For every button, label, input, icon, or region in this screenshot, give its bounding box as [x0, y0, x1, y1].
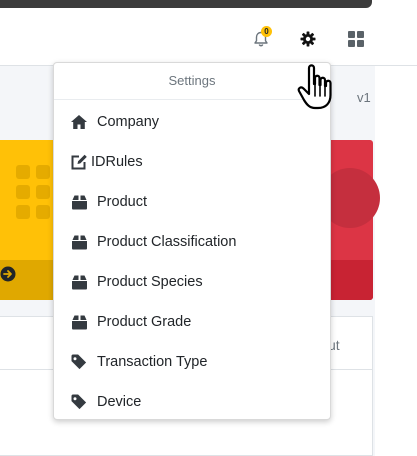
- menu-item-label: Product Grade: [97, 314, 192, 330]
- home-icon: [69, 113, 89, 131]
- edit-icon: [69, 153, 89, 171]
- menu-item-product-grade[interactable]: Product Grade: [54, 304, 330, 340]
- box-icon: [69, 233, 89, 251]
- menu-item-label: Product Species: [97, 274, 203, 290]
- notifications-button[interactable]: 0: [250, 26, 272, 50]
- apps-button[interactable]: [345, 28, 367, 50]
- menu-item-transaction-type[interactable]: Transaction Type: [54, 344, 330, 380]
- menu-item-product-classification[interactable]: Product Classification: [54, 224, 330, 260]
- menu-item-label: Transaction Type: [97, 354, 208, 370]
- grid-tile: [16, 205, 30, 219]
- menu-item-label: Product Classification: [97, 234, 237, 250]
- arrow-circle-right-icon: [0, 266, 16, 282]
- menu-item-company[interactable]: Company: [54, 104, 330, 140]
- top-navbar: 0: [0, 8, 417, 66]
- window-top-strip: [0, 0, 372, 8]
- grid-tile: [36, 185, 50, 199]
- settings-button[interactable]: [297, 28, 319, 50]
- tag-icon: [69, 393, 89, 411]
- settings-dropdown-menu: Settings Company IDRules Product Product…: [53, 62, 331, 420]
- box-icon: [69, 193, 89, 211]
- menu-item-label: Product: [97, 194, 147, 210]
- grid-tile: [36, 165, 50, 179]
- hand-pointer-icon: [297, 64, 332, 110]
- version-label: v1: [357, 90, 371, 105]
- box-icon: [69, 273, 89, 291]
- tag-icon: [69, 353, 89, 371]
- content-right-edge: [375, 66, 417, 456]
- menu-item-label: Device: [97, 394, 142, 410]
- gear-icon: [300, 31, 316, 47]
- menu-item-label: Company: [97, 114, 160, 130]
- grid-tile: [16, 185, 30, 199]
- grid-tile: [36, 205, 50, 219]
- menu-item-device[interactable]: Device: [54, 384, 330, 420]
- menu-item-product[interactable]: Product: [54, 184, 330, 220]
- dropdown-header: Settings: [54, 63, 330, 100]
- menu-item-idrules[interactable]: IDRules: [54, 144, 330, 180]
- grid-tile: [16, 165, 30, 179]
- menu-item-product-species[interactable]: Product Species: [54, 264, 330, 300]
- box-icon: [69, 313, 89, 331]
- apps-grid-icon: [348, 31, 364, 47]
- notification-badge: 0: [261, 26, 272, 37]
- menu-item-label: IDRules: [91, 154, 143, 170]
